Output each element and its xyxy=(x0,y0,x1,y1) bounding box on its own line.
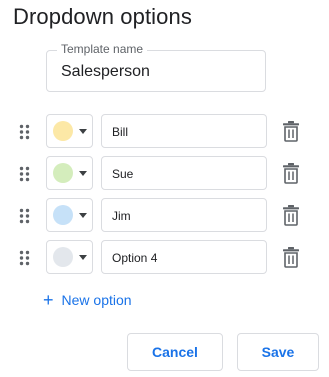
color-picker-button[interactable] xyxy=(46,114,93,148)
save-button[interactable]: Save xyxy=(237,333,319,371)
color-picker-button[interactable] xyxy=(46,156,93,190)
option-input[interactable]: Jim xyxy=(101,198,267,232)
template-name-field[interactable]: Template name Salesperson xyxy=(46,42,266,92)
cancel-button[interactable]: Cancel xyxy=(127,333,223,371)
drag-handle-icon[interactable] xyxy=(19,166,30,182)
color-swatch xyxy=(53,247,73,267)
color-picker-button[interactable] xyxy=(46,240,93,274)
new-option-label: New option xyxy=(61,292,132,308)
trash-icon[interactable] xyxy=(282,162,300,184)
drag-handle-icon[interactable] xyxy=(19,208,30,224)
plus-icon: + xyxy=(43,290,54,310)
trash-icon[interactable] xyxy=(282,246,300,268)
option-row: Bill xyxy=(0,114,329,150)
option-label: Jim xyxy=(112,209,131,223)
template-name-value[interactable]: Salesperson xyxy=(61,63,150,81)
new-option-button[interactable]: + New option xyxy=(43,290,132,310)
option-label: Bill xyxy=(112,125,129,139)
color-swatch xyxy=(53,163,73,183)
drag-handle-icon[interactable] xyxy=(19,124,30,140)
color-picker-button[interactable] xyxy=(46,198,93,232)
template-name-label: Template name xyxy=(57,42,148,56)
option-row: Option 4 xyxy=(0,240,329,276)
option-label: Sue xyxy=(112,167,134,181)
option-row: Sue xyxy=(0,156,329,192)
trash-icon[interactable] xyxy=(282,120,300,142)
trash-icon[interactable] xyxy=(282,204,300,226)
caret-down-icon xyxy=(79,171,87,176)
option-input[interactable]: Sue xyxy=(101,156,267,190)
option-label: Option 4 xyxy=(112,251,158,265)
color-swatch xyxy=(53,121,73,141)
caret-down-icon xyxy=(79,213,87,218)
caret-down-icon xyxy=(79,129,87,134)
caret-down-icon xyxy=(79,255,87,260)
dialog-title: Dropdown options xyxy=(13,4,192,29)
option-input[interactable]: Bill xyxy=(101,114,267,148)
drag-handle-icon[interactable] xyxy=(19,250,30,266)
option-input[interactable]: Option 4 xyxy=(101,240,267,274)
option-row: Jim xyxy=(0,198,329,234)
color-swatch xyxy=(53,205,73,225)
